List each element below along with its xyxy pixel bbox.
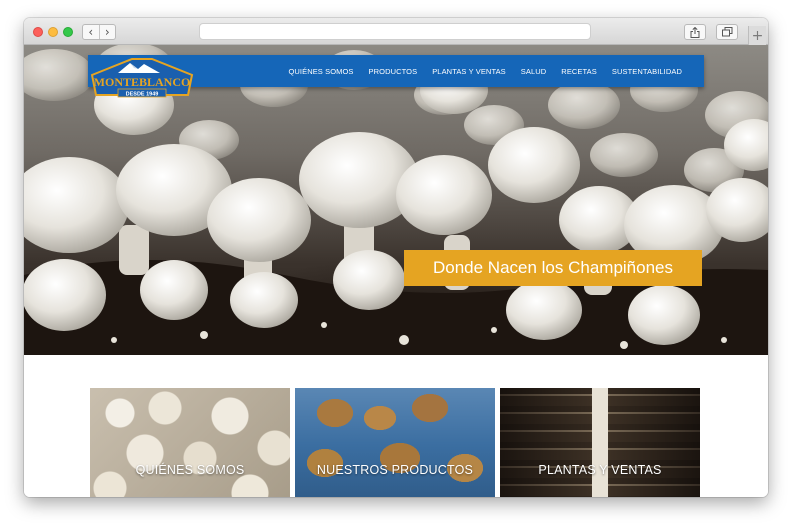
- forward-button[interactable]: ›: [98, 25, 116, 39]
- address-bar[interactable]: [199, 23, 591, 40]
- tile-label: QUIÉNES SOMOS: [135, 463, 245, 477]
- menu-item-productos[interactable]: PRODUCTOS: [369, 67, 418, 76]
- menu-item-recetas[interactable]: RECETAS: [561, 67, 597, 76]
- mushroom-trays-image: [295, 388, 495, 497]
- show-tabs-button[interactable]: [716, 24, 738, 40]
- site-navigation: MONTEBLANCO DESDE 1949 QUIÉNES SOMOS PRO…: [88, 55, 704, 98]
- menu-item-salud[interactable]: SALUD: [521, 67, 547, 76]
- tile-quienes-somos[interactable]: QUIÉNES SOMOS: [90, 388, 290, 497]
- history-nav: ‹ ›: [82, 24, 116, 40]
- category-tiles: QUIÉNES SOMOS NUESTROS PRODUCTOS PLANTAS…: [90, 388, 700, 497]
- menu-item-sustentabilidad[interactable]: SUSTENTABILIDAD: [612, 67, 682, 76]
- monteblanco-logo[interactable]: MONTEBLANCO DESDE 1949: [88, 55, 196, 103]
- hero-banner: MONTEBLANCO DESDE 1949 QUIÉNES SOMOS PRO…: [24, 45, 768, 355]
- back-button[interactable]: ‹: [83, 25, 99, 39]
- share-button[interactable]: [684, 24, 706, 40]
- browser-window: ‹ › + MONTEBLANCO DESDE 1949 QUIÉNES SOM…: [24, 18, 768, 497]
- close-window-button[interactable]: [33, 27, 43, 37]
- tile-label: PLANTAS Y VENTAS: [538, 463, 662, 477]
- tile-nuestros-productos[interactable]: NUESTROS PRODUCTOS: [295, 388, 495, 497]
- hero-caption: Donde Nacen los Champiñones: [404, 250, 702, 286]
- web-page: MONTEBLANCO DESDE 1949 QUIÉNES SOMOS PRO…: [24, 45, 768, 497]
- share-icon: [690, 26, 700, 38]
- menu-item-plantas-y-ventas[interactable]: PLANTAS Y VENTAS: [432, 67, 506, 76]
- sliced-mushrooms-image: [90, 388, 290, 497]
- tile-plantas-y-ventas[interactable]: PLANTAS Y VENTAS: [500, 388, 700, 497]
- zoom-window-button[interactable]: [63, 27, 73, 37]
- svg-text:MONTEBLANCO: MONTEBLANCO: [94, 75, 191, 89]
- new-tab-button[interactable]: +: [748, 26, 766, 45]
- svg-text:DESDE 1949: DESDE 1949: [126, 92, 159, 98]
- tabs-icon: [721, 27, 732, 37]
- growing-plant-image: [500, 388, 700, 497]
- minimize-window-button[interactable]: [48, 27, 58, 37]
- menu-item-quienes-somos[interactable]: QUIÉNES SOMOS: [288, 67, 353, 76]
- tile-label: NUESTROS PRODUCTOS: [316, 463, 474, 477]
- main-menu: QUIÉNES SOMOS PRODUCTOS PLANTAS Y VENTAS…: [288, 55, 682, 87]
- browser-toolbar: ‹ › +: [24, 18, 768, 45]
